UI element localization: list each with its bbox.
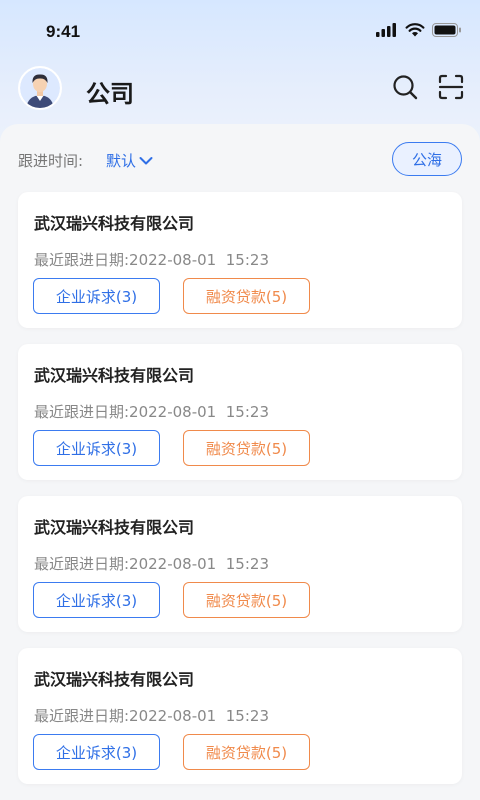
follow-up-date: 最近跟进日期:2022-08-01 15:23 [34, 707, 269, 725]
filter-row: 跟进时间: 默认 公海 [18, 142, 462, 178]
company-list: 武汉瑞兴科技有限公司 最近跟进日期:2022-08-01 15:23 企业诉求(… [18, 192, 462, 800]
demand-tag[interactable]: 企业诉求(3) [33, 430, 160, 466]
loan-tag[interactable]: 融资贷款(5) [183, 734, 310, 770]
scan-icon[interactable] [436, 72, 466, 102]
main-content: 跟进时间: 默认 公海 武汉瑞兴科技有限公司 最近跟进日期:2022-08-01… [0, 124, 480, 800]
follow-up-date: 最近跟进日期:2022-08-01 15:23 [34, 251, 269, 269]
filter-dropdown[interactable]: 默认 [106, 150, 153, 171]
wifi-icon [405, 22, 425, 41]
chevron-down-icon [139, 152, 153, 170]
public-sea-button[interactable]: 公海 [392, 142, 462, 176]
status-icons [376, 22, 462, 41]
demand-tag[interactable]: 企业诉求(3) [33, 734, 160, 770]
filter-label: 跟进时间: [18, 152, 84, 170]
company-name: 武汉瑞兴科技有限公司 [34, 518, 195, 537]
demand-tag[interactable]: 企业诉求(3) [33, 278, 160, 314]
page-title: 公司 [86, 80, 134, 108]
status-bar: 9:41 [0, 0, 480, 60]
header: 公司 [0, 62, 480, 118]
follow-up-date: 最近跟进日期:2022-08-01 15:23 [34, 555, 269, 573]
company-card[interactable]: 武汉瑞兴科技有限公司 最近跟进日期:2022-08-01 15:23 企业诉求(… [18, 496, 462, 632]
loan-tag[interactable]: 融资贷款(5) [183, 430, 310, 466]
company-name: 武汉瑞兴科技有限公司 [34, 214, 195, 233]
company-card[interactable]: 武汉瑞兴科技有限公司 最近跟进日期:2022-08-01 15:23 企业诉求(… [18, 648, 462, 784]
follow-up-date: 最近跟进日期:2022-08-01 15:23 [34, 403, 269, 421]
status-time: 9:41 [46, 22, 81, 41]
company-name: 武汉瑞兴科技有限公司 [34, 670, 195, 689]
user-avatar-icon[interactable] [18, 66, 62, 110]
loan-tag[interactable]: 融资贷款(5) [183, 278, 310, 314]
loan-tag[interactable]: 融资贷款(5) [183, 582, 310, 618]
signal-icon [376, 22, 398, 41]
company-name: 武汉瑞兴科技有限公司 [34, 366, 195, 385]
company-card[interactable]: 武汉瑞兴科技有限公司 最近跟进日期:2022-08-01 15:23 企业诉求(… [18, 192, 462, 328]
company-card[interactable]: 武汉瑞兴科技有限公司 最近跟进日期:2022-08-01 15:23 企业诉求(… [18, 344, 462, 480]
demand-tag[interactable]: 企业诉求(3) [33, 582, 160, 618]
search-icon[interactable] [390, 72, 420, 102]
filter-value: 默认 [106, 152, 137, 170]
battery-icon [432, 22, 462, 41]
